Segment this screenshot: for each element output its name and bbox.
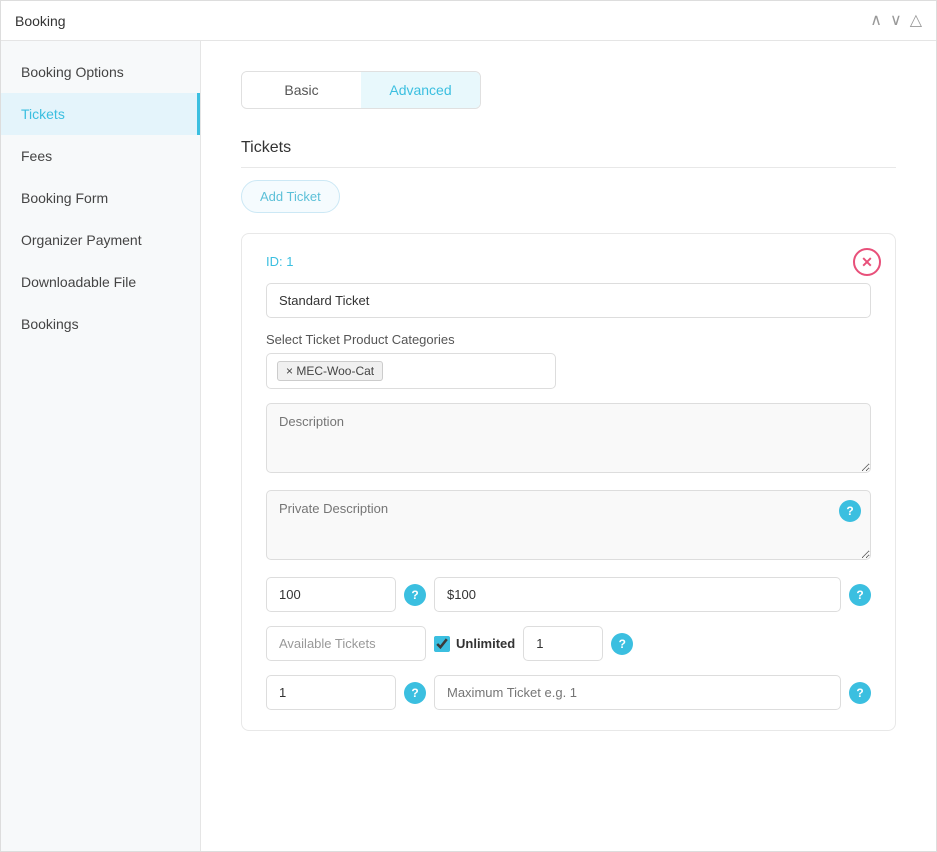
categories-tag-input[interactable]: × MEC-Woo-Cat xyxy=(266,353,556,389)
max-ticket-help-icon[interactable]: ? xyxy=(849,682,871,704)
description-textarea[interactable] xyxy=(266,403,871,473)
main-window: Booking ∧ ∨ △ Booking Options Tickets Fe… xyxy=(0,0,937,852)
available-count-input[interactable] xyxy=(523,626,603,661)
unlimited-checkbox[interactable] xyxy=(434,636,450,652)
private-description-help-icon[interactable]: ? xyxy=(839,500,861,522)
sidebar-item-booking-options[interactable]: Booking Options xyxy=(1,51,200,93)
available-tickets-label: Available Tickets xyxy=(266,626,426,661)
tab-group: Basic Advanced xyxy=(241,71,481,109)
unlimited-area: Unlimited xyxy=(434,636,515,652)
chevron-up-icon[interactable]: ∧ xyxy=(870,13,882,29)
sidebar: Booking Options Tickets Fees Booking For… xyxy=(1,41,201,851)
price-display-help-icon[interactable]: ? xyxy=(849,584,871,606)
ticket-id: ID: 1 xyxy=(266,254,871,269)
private-description-wrap: ? xyxy=(266,490,871,563)
ticket-card: ✕ ID: 1 Select Ticket Product Categories… xyxy=(241,233,896,731)
price-input[interactable] xyxy=(266,577,396,612)
available-help-icon[interactable]: ? xyxy=(611,633,633,655)
sidebar-item-downloadable-file[interactable]: Downloadable File xyxy=(1,261,200,303)
content-area: Basic Advanced Tickets Add Ticket ✕ ID: … xyxy=(201,41,936,851)
window-controls: ∧ ∨ △ xyxy=(870,13,922,29)
sidebar-item-tickets[interactable]: Tickets xyxy=(1,93,200,135)
max-ticket-row: ? ? xyxy=(266,675,871,710)
section-title: Tickets xyxy=(241,139,896,168)
add-ticket-button[interactable]: Add Ticket xyxy=(241,180,340,213)
ticket-name-input[interactable] xyxy=(266,283,871,318)
min-ticket-input[interactable] xyxy=(266,675,396,710)
private-description-textarea[interactable] xyxy=(266,490,871,560)
price-help-icon[interactable]: ? xyxy=(404,584,426,606)
window-title: Booking xyxy=(15,13,66,29)
available-tickets-row: Available Tickets Unlimited ? xyxy=(266,626,871,661)
price-display-input[interactable] xyxy=(434,577,841,612)
max-ticket-input[interactable] xyxy=(434,675,841,710)
unlimited-label: Unlimited xyxy=(456,636,515,651)
sidebar-item-booking-form[interactable]: Booking Form xyxy=(1,177,200,219)
sidebar-item-organizer-payment[interactable]: Organizer Payment xyxy=(1,219,200,261)
category-tag: × MEC-Woo-Cat xyxy=(277,361,383,381)
sidebar-item-fees[interactable]: Fees xyxy=(1,135,200,177)
sidebar-item-bookings[interactable]: Bookings xyxy=(1,303,200,345)
tab-basic[interactable]: Basic xyxy=(242,72,361,108)
remove-ticket-button[interactable]: ✕ xyxy=(853,248,881,276)
price-row: ? ? xyxy=(266,577,871,612)
tab-advanced[interactable]: Advanced xyxy=(361,72,480,108)
chevron-down-icon[interactable]: ∨ xyxy=(890,13,902,29)
expand-icon[interactable]: △ xyxy=(910,13,922,29)
categories-label: Select Ticket Product Categories xyxy=(266,332,871,347)
title-bar: Booking ∧ ∨ △ xyxy=(1,1,936,41)
min-ticket-help-icon[interactable]: ? xyxy=(404,682,426,704)
